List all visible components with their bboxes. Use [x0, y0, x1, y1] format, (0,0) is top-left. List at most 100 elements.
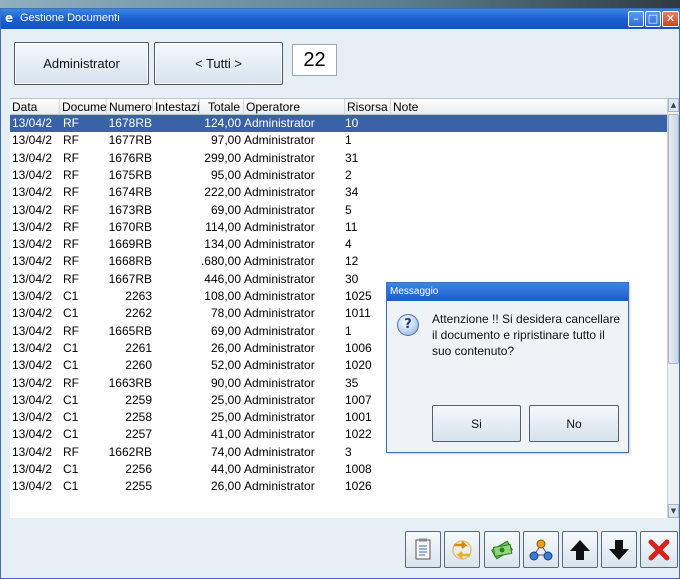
cell-risorsa: 1007 [345, 392, 372, 407]
no-button[interactable]: No [529, 405, 619, 442]
cell-data: 13/04/2 [12, 340, 53, 355]
cell-operatore: Administrator [244, 150, 315, 165]
column-header-note[interactable]: Note [391, 99, 667, 115]
cell-totale: .680,00 [200, 254, 241, 269]
cell-operatore: Administrator [244, 289, 315, 303]
cell-totale: 90,00 [210, 375, 241, 390]
cell-numero: 1677RB [108, 133, 152, 148]
column-header-numero[interactable]: Numero [107, 99, 153, 115]
cell-data: 13/04/2 [12, 479, 53, 494]
money-icon [491, 539, 513, 560]
move-up-button[interactable] [562, 531, 598, 568]
cell-documento: RF [63, 219, 79, 234]
title-bar[interactable]: e Gestione Documenti – □ ✕ [1, 9, 679, 29]
table-row[interactable]: 13/04/2 RF 1677RB 97,00 Administrator 1 [10, 132, 667, 149]
cell-documento: RF [63, 323, 79, 338]
column-header-intestazione[interactable]: Intestazi [153, 99, 200, 115]
table-row[interactable]: 13/04/2 C1 2255 26,00 Administrator 1026 [10, 478, 667, 495]
scrollbar-thumb[interactable] [668, 114, 679, 364]
table-row[interactable]: 13/04/2 RF 1675RB 95,00 Administrator 2 [10, 167, 667, 184]
cell-risorsa: 1 [345, 323, 352, 338]
table-row[interactable]: 13/04/2 RF 1674RB 222,00 Administrator 34 [10, 184, 667, 201]
column-header-documento[interactable]: Docume [60, 99, 107, 115]
cell-risorsa: 5 [345, 202, 352, 217]
column-header-data[interactable]: Data [10, 99, 60, 115]
cell-numero: 2259 [125, 392, 152, 407]
cell-numero: 2257 [125, 427, 152, 442]
minimize-button[interactable]: – [628, 11, 644, 27]
cell-risorsa: 1006 [345, 340, 372, 355]
cell-risorsa: 34 [345, 185, 359, 200]
cell-data: 13/04/2 [12, 254, 53, 269]
cell-data: 13/04/2 [12, 150, 53, 165]
move-down-button[interactable] [601, 531, 637, 568]
table-row[interactable]: 13/04/2 C1 2256 44,00 Administrator 1008 [10, 461, 667, 478]
cell-numero: 1662RB [108, 444, 152, 459]
table-row[interactable]: 13/04/2 RF 1673RB 69,00 Administrator 5 [10, 202, 667, 219]
network-icon [529, 539, 553, 560]
vertical-scrollbar[interactable]: ▲ ▼ [667, 98, 679, 518]
money-button[interactable] [484, 531, 520, 568]
cell-data: 13/04/2 [12, 202, 53, 217]
cell-operatore: Administrator [244, 410, 315, 425]
cell-documento: RF [63, 202, 79, 217]
cell-totale: 114,00 [205, 219, 241, 234]
maximize-button[interactable]: □ [645, 11, 661, 27]
cell-numero: 1663RB [108, 375, 152, 390]
cell-numero: 1665RB [108, 323, 152, 338]
document-count: 22 [292, 44, 337, 76]
cell-operatore: Administrator [244, 340, 315, 355]
cell-operatore: Administrator [244, 392, 315, 407]
table-row[interactable]: 13/04/2 RF 1678RB 124,00 Administrator 10 [10, 115, 667, 133]
delete-button[interactable] [640, 531, 678, 568]
cell-numero: 1678RB [108, 116, 152, 130]
cell-documento: C1 [63, 410, 79, 425]
cell-operatore: Administrator [244, 444, 315, 459]
table-row[interactable]: 13/04/2 RF 1668RB .680,00 Administrator 12 [10, 253, 667, 270]
table-row[interactable]: 13/04/2 RF 1670RB 114,00 Administrator 11 [10, 219, 667, 236]
cell-documento: RF [63, 133, 79, 148]
cell-operatore: Administrator [244, 479, 315, 494]
cell-totale: 69,00 [210, 323, 241, 338]
column-header-totale[interactable]: Totale [200, 99, 244, 115]
scroll-up-arrow-icon[interactable]: ▲ [668, 98, 679, 112]
cell-documento: C1 [63, 340, 79, 355]
cell-totale: 52,00 [210, 358, 241, 373]
network-button[interactable] [523, 531, 559, 568]
cell-numero: 1667RB [108, 271, 152, 286]
cell-data: 13/04/2 [12, 444, 53, 459]
cell-risorsa: 1025 [345, 289, 372, 303]
column-header-risorsa[interactable]: Risorsa [345, 99, 391, 115]
column-header-operatore[interactable]: Operatore [244, 99, 345, 115]
filter-all-button[interactable]: < Tutti > [154, 42, 283, 85]
table-row[interactable]: 13/04/2 RF 1676RB 299,00 Administrator 31 [10, 150, 667, 167]
cell-documento: C1 [63, 289, 79, 303]
yes-button[interactable]: Si [432, 405, 521, 442]
cell-operatore: Administrator [244, 116, 315, 130]
cell-risorsa: 1001 [345, 410, 372, 425]
user-button[interactable]: Administrator [14, 42, 149, 85]
cell-totale: 299,00 [204, 150, 241, 165]
cell-data: 13/04/2 [12, 392, 53, 407]
cell-totale: 78,00 [210, 306, 241, 321]
cell-documento: RF [63, 150, 79, 165]
cell-risorsa: 35 [345, 375, 359, 390]
cell-documento: RF [63, 237, 79, 252]
cell-documento: C1 [63, 479, 79, 494]
cell-operatore: Administrator [244, 306, 315, 321]
window-title: Gestione Documenti [20, 12, 120, 24]
cell-totale: 69,00 [210, 202, 241, 217]
cell-totale: 25,00 [210, 410, 241, 425]
scroll-down-arrow-icon[interactable]: ▼ [668, 504, 679, 518]
refresh-icon [452, 539, 472, 560]
refresh-button[interactable] [444, 531, 480, 568]
dialog-title[interactable]: Messaggio [387, 283, 628, 301]
close-button[interactable]: ✕ [662, 11, 679, 27]
cell-numero: 2255 [125, 479, 152, 494]
cell-documento: RF [63, 116, 79, 130]
document-button[interactable] [405, 531, 441, 568]
table-row[interactable]: 13/04/2 RF 1669RB 134,00 Administrator 4 [10, 236, 667, 253]
cell-risorsa: 4 [345, 237, 352, 252]
cell-risorsa: 1008 [345, 462, 372, 476]
cell-totale: 41,00 [210, 427, 241, 442]
